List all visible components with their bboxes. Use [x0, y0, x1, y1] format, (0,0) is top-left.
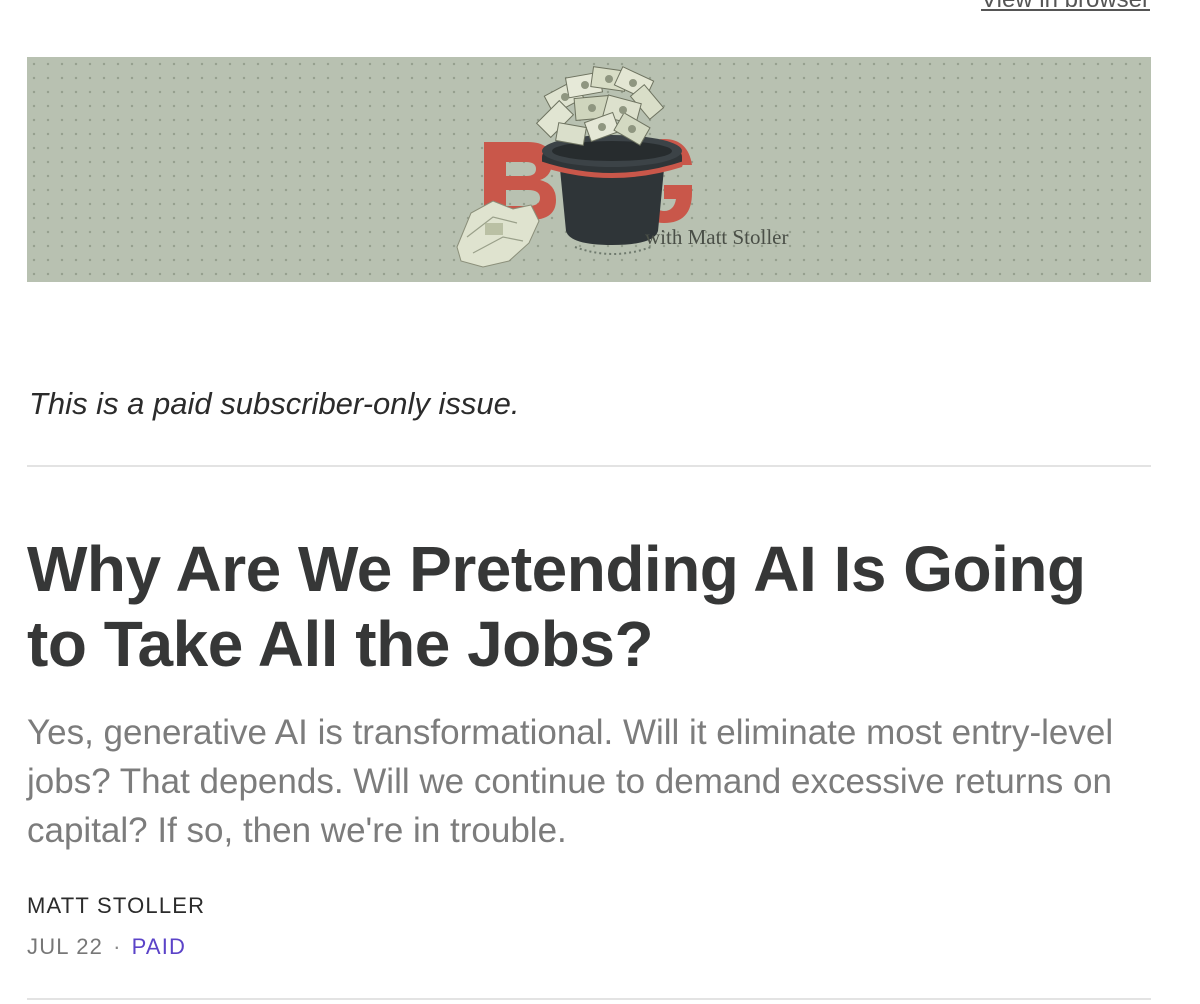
- article-meta: JUL 22 · PAID: [27, 934, 186, 960]
- paid-badge: PAID: [131, 934, 187, 959]
- banner-tagline: with Matt Stoller: [645, 225, 789, 249]
- view-in-browser-link[interactable]: View in browser: [981, 0, 1150, 14]
- article-date: JUL 22: [27, 934, 104, 959]
- article-subtitle: Yes, generative AI is transformational. …: [27, 713, 1114, 850]
- article-title[interactable]: Why Are We Pretending AI Is Going to Tak…: [27, 532, 1157, 682]
- paid-notice: This is a paid subscriber-only issue.: [29, 386, 520, 421]
- meta-separator: ·: [113, 934, 122, 959]
- big-logo: [456, 66, 692, 268]
- newsletter-email: View in browser: [0, 0, 1200, 1004]
- publication-banner[interactable]: with Matt Stoller: [27, 57, 1151, 282]
- top-divider: [27, 465, 1151, 467]
- money-bills-icon: [535, 66, 665, 146]
- bottom-divider: [27, 998, 1151, 1000]
- article-author[interactable]: MATT STOLLER: [27, 893, 205, 919]
- crumpled-bill-icon: [456, 200, 540, 268]
